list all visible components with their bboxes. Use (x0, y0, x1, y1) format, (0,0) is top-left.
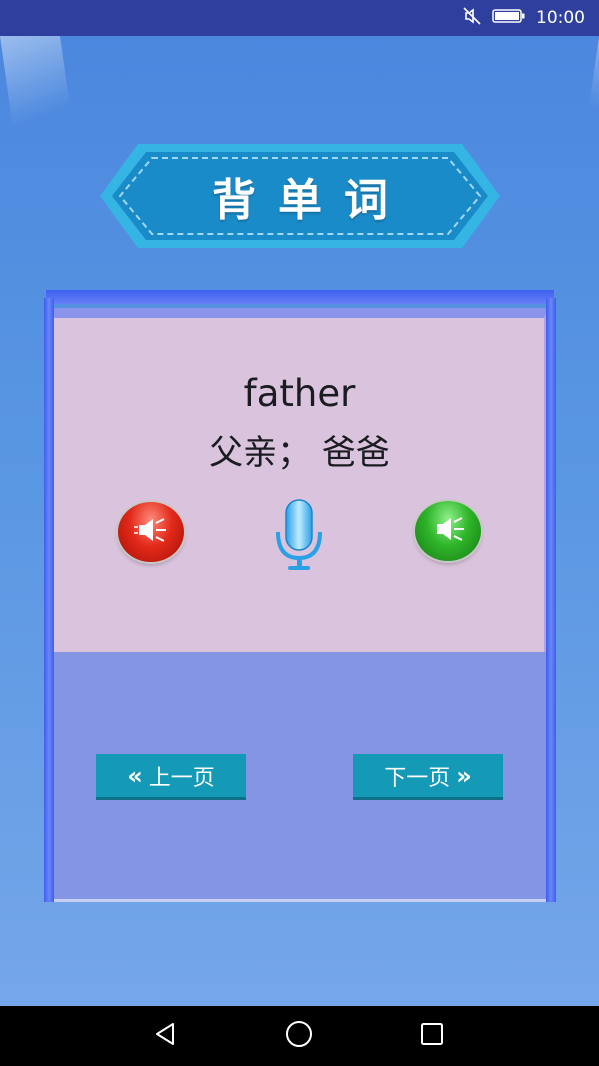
word-chinese: 父亲； 爸爸 (209, 433, 390, 473)
play-green-button[interactable] (415, 501, 481, 561)
mic-button[interactable] (270, 498, 328, 572)
back-icon (153, 1021, 179, 1051)
next-page-label: 下一页 (384, 765, 451, 791)
double-chevron-right-icon: » (456, 761, 472, 790)
home-icon (284, 1019, 314, 1053)
page-title: 背单词 (212, 175, 410, 226)
play-red-button[interactable] (118, 502, 184, 562)
mute-icon (462, 6, 482, 31)
nav-recent-button[interactable] (392, 1006, 472, 1066)
status-bar: 10:00 (0, 0, 599, 36)
prev-page-label: 上一页 (148, 765, 215, 791)
status-icons: 10:00 (462, 0, 585, 36)
system-nav-bar (0, 1006, 599, 1066)
nav-home-button[interactable] (259, 1006, 339, 1066)
status-time: 10:00 (536, 8, 585, 28)
microphone-icon (270, 499, 328, 576)
title-banner: 背单词 (98, 140, 502, 252)
board-bottom-edge (54, 899, 546, 902)
app-screen: 10:00 背单词 father 父亲； 爸爸 « 上一页 下一页 » (0, 0, 599, 1066)
decorative-glow-left (0, 36, 76, 146)
board-frame-top (46, 290, 554, 304)
nav-back-button[interactable] (126, 1006, 206, 1066)
decorative-glow-right (583, 36, 599, 146)
double-chevron-left-icon: « (127, 761, 143, 790)
battery-icon (492, 8, 526, 29)
word-card (54, 308, 550, 652)
recent-apps-icon (419, 1021, 445, 1051)
speaker-icon (428, 514, 468, 548)
word-english: father (243, 372, 356, 415)
next-page-button[interactable]: 下一页 » (353, 754, 503, 800)
prev-page-button[interactable]: « 上一页 (96, 754, 246, 800)
speaker-icon (131, 515, 171, 549)
